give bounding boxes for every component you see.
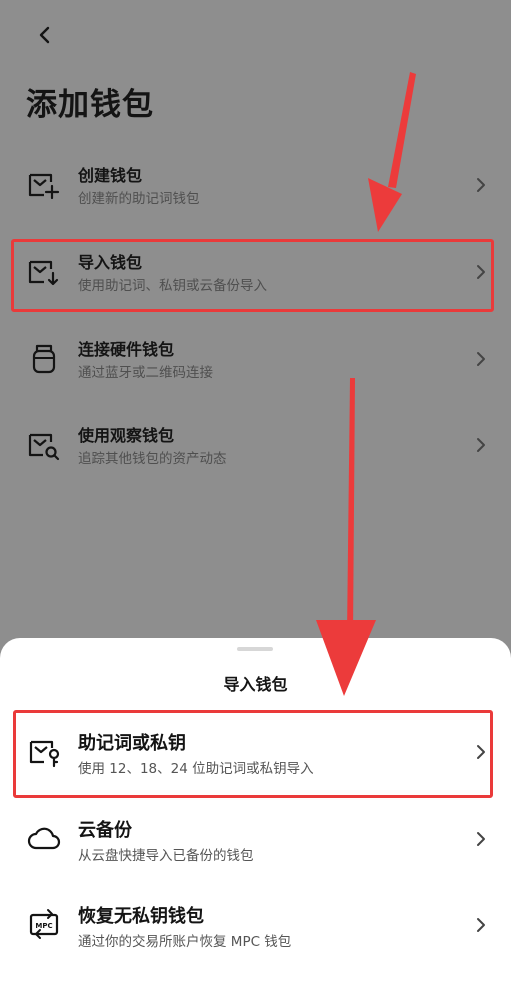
wallet-add-icon <box>28 173 60 200</box>
option-subtitle: 通过你的交易所账户恢复 MPC 钱包 <box>78 934 292 950</box>
option-hardware-wallet[interactable]: 连接硬件钱包 通过蓝牙或二维码连接 <box>26 327 496 397</box>
chevron-right-icon <box>477 352 485 366</box>
hardware-wallet-icon <box>32 344 56 374</box>
option-subtitle: 通过蓝牙或二维码连接 <box>78 365 213 381</box>
option-subtitle: 从云盘快捷导入已备份的钱包 <box>78 848 254 864</box>
chevron-right-icon <box>477 918 485 932</box>
option-restore-keyless-wallet[interactable]: MPC 恢复无私钥钱包 通过你的交易所账户恢复 MPC 钱包 <box>26 890 496 962</box>
option-watch-wallet[interactable]: 使用观察钱包 追踪其他钱包的资产动态 <box>26 413 496 483</box>
svg-text:MPC: MPC <box>35 922 52 930</box>
import-wallet-highlight <box>11 239 494 312</box>
sheet-drag-handle[interactable] <box>237 647 273 651</box>
chevron-right-icon <box>477 832 485 846</box>
import-wallet-sheet: 导入钱包 助记词或私钥 使用 12、18、24 位助记词或私钥导入 云备份 从云… <box>0 638 511 991</box>
add-wallet-page: 添加钱包 创建钱包 创建新的助记词钱包 导入钱包 使用助记词、私钥或云备份导入 <box>0 0 511 650</box>
option-create-wallet[interactable]: 创建钱包 创建新的助记词钱包 <box>26 153 496 223</box>
option-subtitle: 追踪其他钱包的资产动态 <box>78 451 227 467</box>
cloud-icon <box>27 827 61 850</box>
option-title: 连接硬件钱包 <box>78 340 175 359</box>
mpc-icon: MPC <box>29 909 59 939</box>
sheet-title: 导入钱包 <box>223 675 288 694</box>
option-title: 恢复无私钥钱包 <box>78 906 204 927</box>
chevron-right-icon <box>477 178 485 192</box>
back-icon[interactable] <box>34 24 56 46</box>
option-cloud-backup[interactable]: 云备份 从云盘快捷导入已备份的钱包 <box>26 804 496 876</box>
page-title: 添加钱包 <box>26 87 154 123</box>
option-title: 使用观察钱包 <box>78 426 175 445</box>
watch-wallet-icon <box>28 433 60 461</box>
chevron-right-icon <box>477 438 485 452</box>
option-subtitle: 创建新的助记词钱包 <box>78 191 200 207</box>
option-title: 云备份 <box>78 820 132 841</box>
mnemonic-option-highlight <box>13 710 493 798</box>
option-title: 创建钱包 <box>78 166 143 185</box>
